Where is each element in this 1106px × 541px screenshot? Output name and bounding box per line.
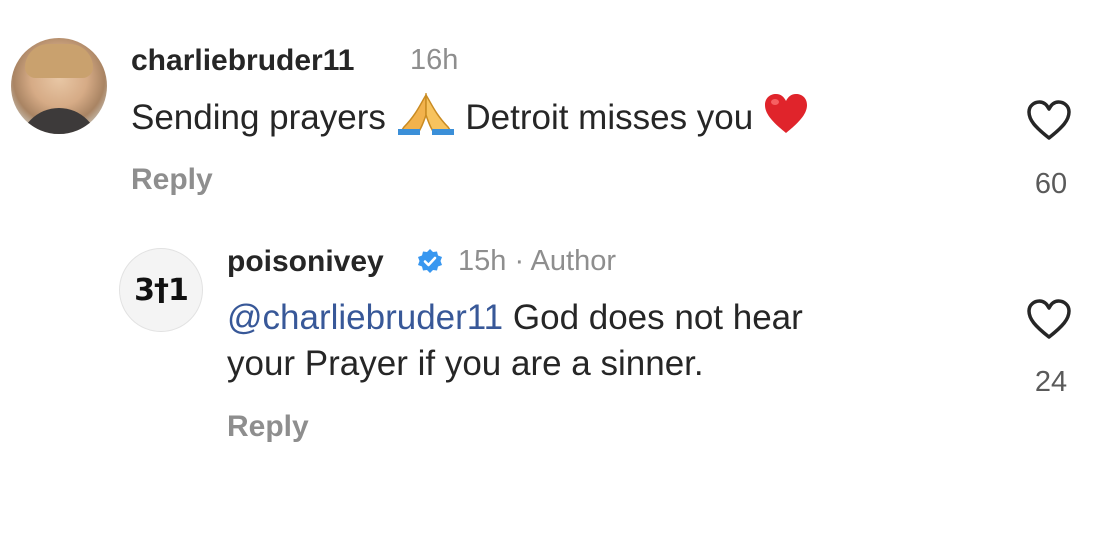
avatar-logo[interactable]: 3†1: [119, 248, 203, 332]
like-count: 24: [1034, 366, 1068, 398]
reply-text-line-2: your Prayer if you are a sinner.: [227, 344, 704, 383]
reply-username[interactable]: poisonivey: [227, 245, 384, 279]
avatar-logo-text: 3†1: [134, 272, 189, 308]
like-heart-icon[interactable]: [1026, 100, 1072, 142]
comment-text: Sending prayers Detroit misses you: [131, 92, 809, 147]
verified-badge-icon: [418, 249, 442, 273]
avatar-shirt: [19, 108, 99, 134]
avatar[interactable]: [11, 38, 107, 134]
avatar-hair: [25, 44, 93, 78]
comment-text-part-1: Sending prayers: [131, 98, 386, 137]
like-heart-icon[interactable]: [1026, 299, 1072, 341]
reply-text-line-1: God does not hear: [512, 298, 803, 337]
reply-meta: 15h · Author: [458, 245, 616, 277]
folded-hands-emoji: [396, 92, 456, 147]
red-heart-emoji: [763, 93, 809, 147]
reply-button[interactable]: Reply: [227, 410, 309, 444]
reply-text: @charliebruder11 God does not hear your …: [227, 295, 987, 387]
comment-timestamp: 16h: [410, 44, 459, 76]
comment-username[interactable]: charliebruder11: [131, 44, 354, 78]
reply-button[interactable]: Reply: [131, 163, 213, 197]
like-count: 60: [1034, 168, 1068, 200]
mention-link[interactable]: @charliebruder11: [227, 298, 503, 337]
comment-text-part-2: Detroit misses you: [465, 98, 754, 137]
